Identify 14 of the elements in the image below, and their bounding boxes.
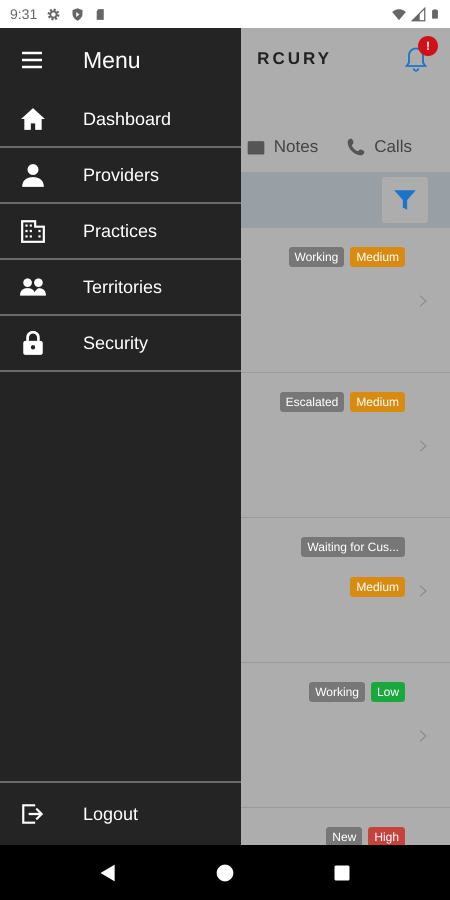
clock-time: 9:31 [10,4,38,24]
status-badge: High [368,827,405,845]
notification-badge: ! [418,36,438,56]
status-badge: Medium [350,247,405,267]
status-badge: Escalated [280,392,344,412]
status-badge: Working [288,247,344,267]
status-badge: Working [309,682,365,702]
logo-text: RCURY [257,48,332,70]
status-badge: Medium [350,392,405,412]
status-badge: Low [370,682,405,702]
status-badge: Medium [350,577,405,597]
drawer-title: Menu [83,46,141,75]
status-badge: New [326,827,362,845]
status-badge: Waiting for Cus... [301,537,405,557]
